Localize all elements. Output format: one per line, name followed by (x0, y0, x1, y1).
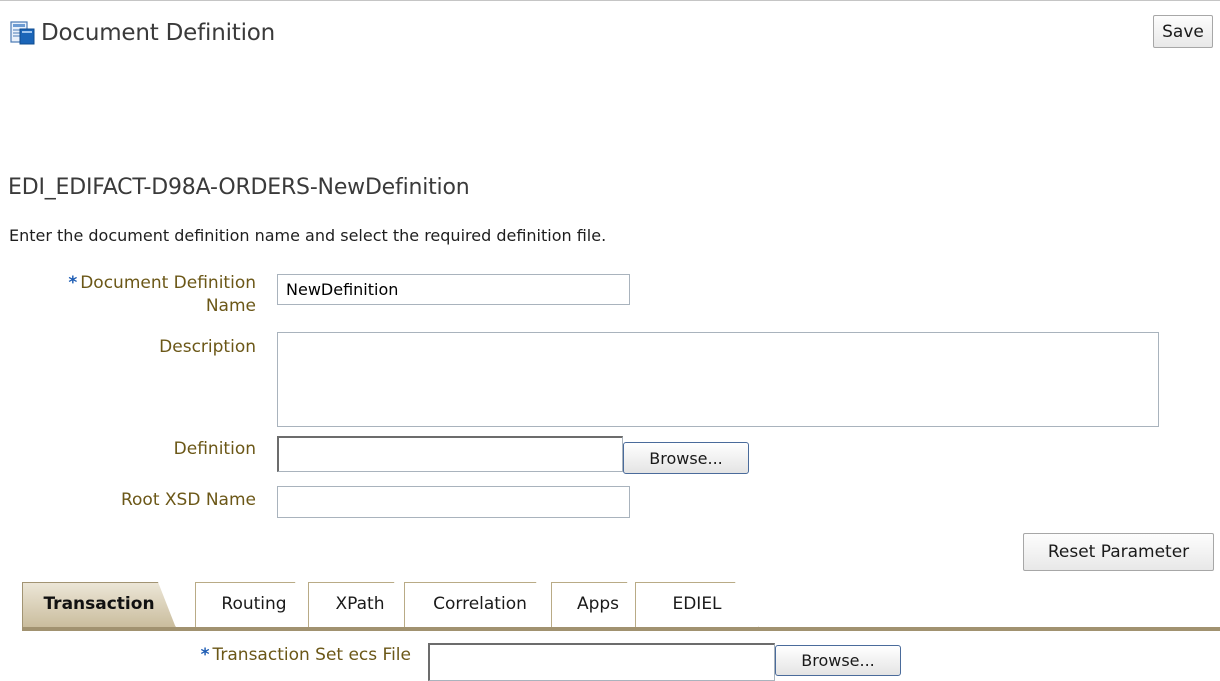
ecs-browse-button[interactable]: Browse... (775, 645, 901, 676)
top-divider (0, 0, 1220, 1)
page-title: Document Definition (41, 20, 276, 46)
tab-label: Transaction (43, 593, 155, 614)
tab-label: Correlation (433, 593, 527, 614)
definition-label: Definition (173, 439, 256, 459)
doc-name-label: * Document Definition Name (68, 272, 256, 318)
doc-name-input[interactable] (277, 274, 630, 305)
save-button[interactable]: Save (1153, 15, 1213, 48)
definition-file-input[interactable] (277, 436, 623, 472)
tab-label: Routing (221, 593, 287, 614)
tab-xpath[interactable]: XPath (308, 582, 412, 628)
ecs-file-input[interactable] (428, 643, 775, 681)
ecs-file-label-text: Transaction Set ecs File (212, 645, 412, 665)
tab-label: Apps (576, 593, 620, 614)
root-xsd-input[interactable] (277, 486, 630, 518)
reset-parameter-button[interactable]: Reset Parameter (1023, 533, 1214, 571)
tab-correlation[interactable]: Correlation (404, 582, 556, 628)
root-xsd-label: Root XSD Name (120, 490, 256, 510)
tab-label: XPath (335, 593, 385, 614)
tab-transaction[interactable]: Transaction (22, 582, 176, 628)
tab-underline (22, 627, 1220, 631)
definition-subtitle: EDI_EDIFACT-D98A-ORDERS-NewDefinition (8, 175, 470, 200)
ecs-file-label: * Transaction Set ecs File (201, 644, 411, 667)
tab-label: EDIEL (672, 593, 722, 614)
doc-name-label-line1: Document Definition (80, 273, 256, 293)
page-header: Document Definition (10, 16, 275, 50)
required-marker: * (200, 645, 210, 665)
document-definition-icon (10, 21, 35, 45)
instruction-text: Enter the document definition name and s… (9, 226, 607, 245)
tab-apps[interactable]: Apps (551, 582, 645, 628)
definition-browse-button[interactable]: Browse... (623, 442, 749, 474)
required-marker: * (68, 273, 78, 293)
doc-name-label-line2: Name (205, 296, 256, 316)
tab-ediel[interactable]: EDIEL (635, 582, 759, 628)
description-label: Description (159, 337, 256, 357)
tab-routing[interactable]: Routing (195, 582, 313, 628)
description-textarea[interactable] (277, 332, 1159, 427)
